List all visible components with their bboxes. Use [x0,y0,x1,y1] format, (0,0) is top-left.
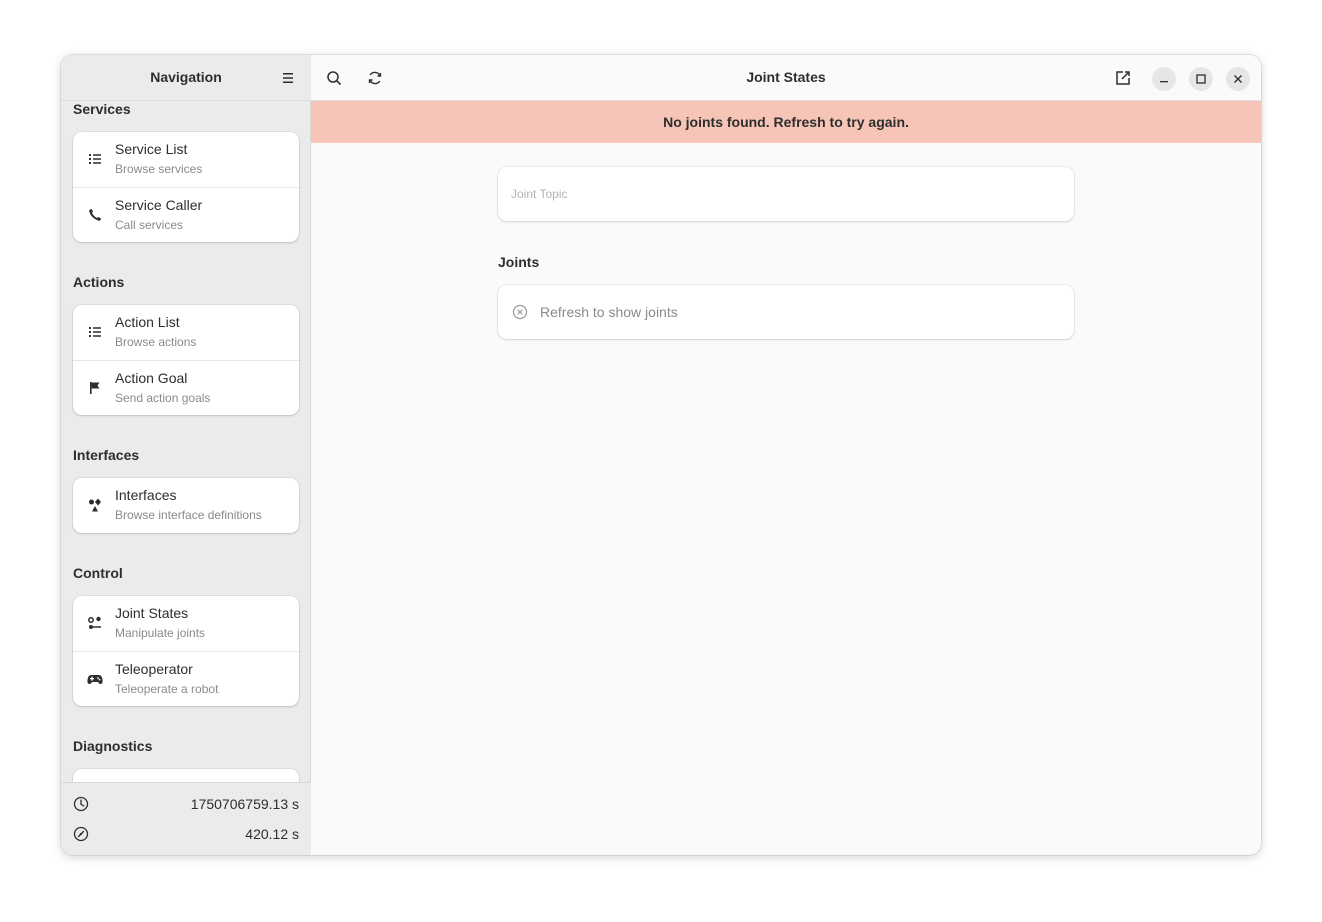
header-bar: Joint States [311,55,1261,101]
sidebar-item-service-caller[interactable]: Service Caller Call services [73,187,299,242]
sidebar-item-subtitle: Browse interface definitions [115,508,262,522]
joints-heading: Joints [498,254,540,270]
sidebar-item-joint-states[interactable]: Joint States Manipulate joints [73,596,299,651]
list-icon [89,154,101,164]
sidebar-item-title: Service List [115,141,188,157]
sidebar-item-title: Teleoperator [115,661,193,677]
external-link-icon [1116,71,1130,85]
gamepad-icon [87,675,103,684]
minimize-icon [1160,81,1168,83]
app-window: Navigation Services Service List Browse … [61,55,1261,855]
sidebar-item-subtitle: Teleoperate a robot [115,682,219,696]
clock-time-value: 1750706759.13 s [190,796,299,812]
sidebar-item-subtitle: Call services [115,218,184,232]
sidebar-item-service-list[interactable]: Service List Browse services [73,132,299,187]
sidebar-title: Navigation [150,69,222,85]
elapsed-time-row: 420.12 s [61,823,311,845]
empty-joints-message: Refresh to show joints [540,304,678,320]
sidebar-item-action-goal[interactable]: Action Goal Send action goals [73,360,299,415]
joint-topic-input[interactable] [511,184,1051,204]
open-external-button[interactable] [1112,67,1134,89]
diagnostics-card[interactable] [73,769,299,782]
sidebar-item-interfaces[interactable]: Interfaces Browse interface definitions [73,478,299,533]
maximize-button[interactable] [1189,67,1213,91]
sidebar-item-subtitle: Manipulate joints [115,626,206,640]
sidebar-item-title: Service Caller [115,197,203,213]
section-heading-control: Control [73,565,123,581]
sidebar-footer: 1750706759.13 s 420.12 s [61,782,311,855]
empty-circle-x-icon [512,304,528,320]
section-heading-interfaces: Interfaces [73,447,140,463]
clock-icon [73,796,89,812]
flag-icon [90,382,100,394]
sidebar-item-subtitle: Browse actions [115,335,197,349]
sidebar-item-subtitle: Send action goals [115,391,211,405]
actions-card: Action List Browse actions Action Goal S… [73,305,299,415]
error-banner: No joints found. Refresh to try again. [311,101,1261,143]
sidebar-item-title: Joint States [115,605,189,621]
maximize-icon [1196,74,1206,84]
section-heading-actions: Actions [73,274,125,290]
speedometer-icon [73,826,89,842]
sidebar: Navigation Services Service List Browse … [61,55,311,855]
hamburger-icon [283,73,293,83]
sidebar-scroll-area[interactable]: Services Service List Browse services Se [61,101,311,782]
sidebar-item-subtitle: Browse services [115,162,203,176]
sidebar-item-title: Action Goal [115,370,188,386]
section-heading-services: Services [73,101,131,117]
joints-list: Refresh to show joints [498,285,1074,339]
services-card: Service List Browse services Service Cal… [73,132,299,242]
sidebar-item-action-list[interactable]: Action List Browse actions [73,305,299,360]
clock-time-row: 1750706759.13 s [61,793,311,815]
control-card: Joint States Manipulate joints Teleopera… [73,596,299,706]
interfaces-card: Interfaces Browse interface definitions [73,478,299,533]
main-content: Joint States No joints found. Refresh to… [311,55,1261,855]
close-icon [1234,75,1242,83]
sidebar-item-teleoperator[interactable]: Teleoperator Teleoperate a robot [73,651,299,706]
phone-icon [89,209,101,221]
joints-icon [88,616,101,629]
elapsed-time-value: 420.12 s [245,826,299,842]
menu-button[interactable] [277,67,299,89]
sidebar-item-title: Interfaces [115,487,177,503]
sidebar-item-title: Action List [115,314,180,330]
sidebar-header: Navigation [61,55,311,101]
section-heading-diagnostics: Diagnostics [73,738,153,754]
list-icon [89,327,101,337]
shapes-icon [89,498,101,512]
minimize-button[interactable] [1152,67,1176,91]
close-button[interactable] [1226,67,1250,91]
joint-topic-field[interactable] [498,167,1074,221]
